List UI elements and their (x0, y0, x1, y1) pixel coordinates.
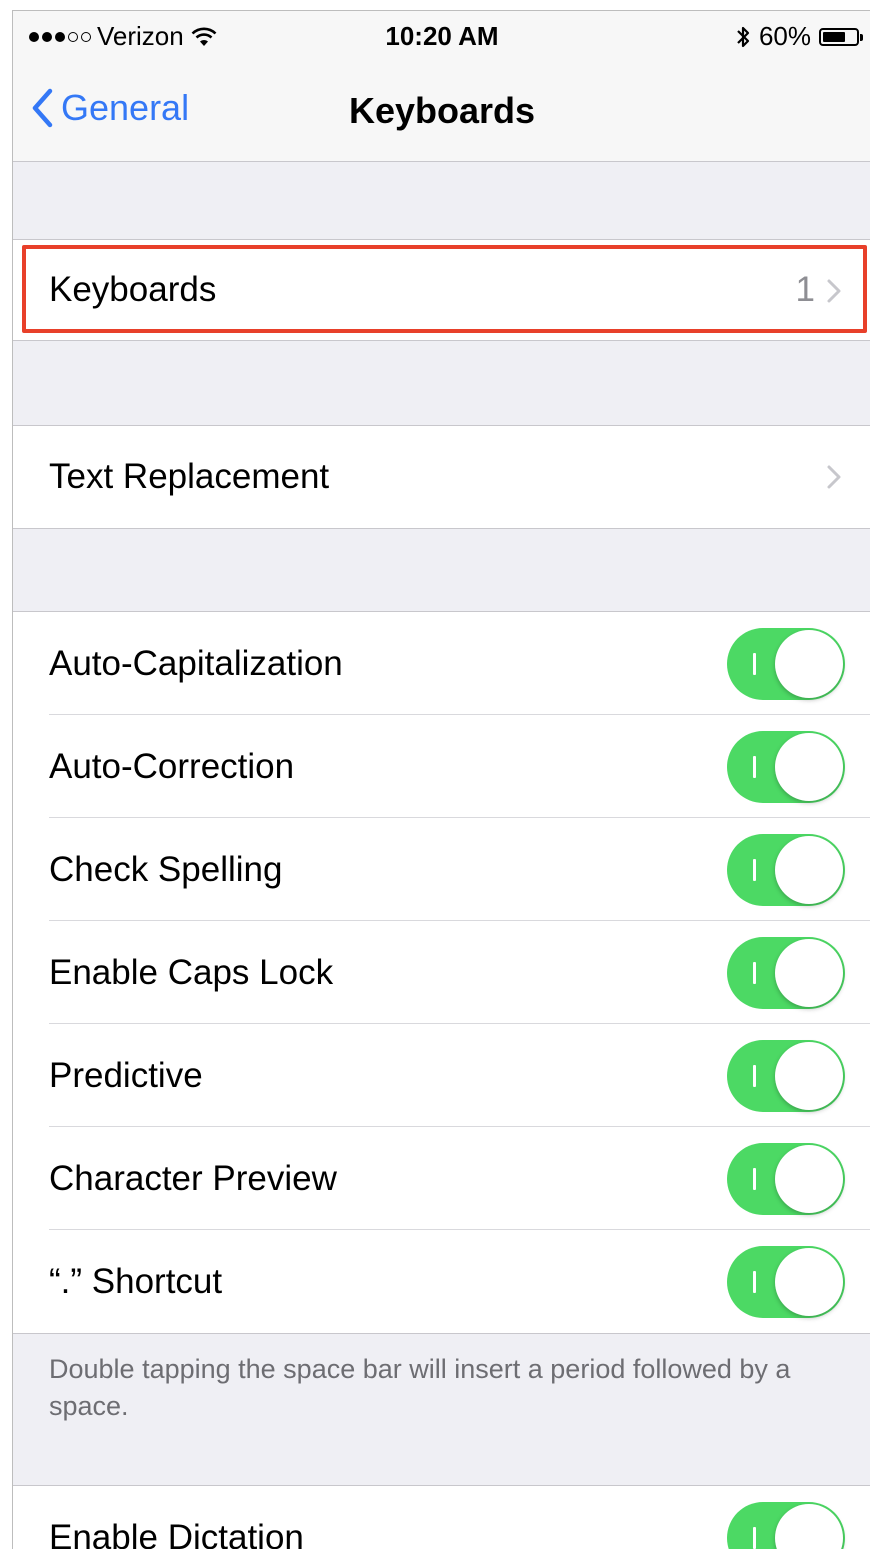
navigation-bar: General Keyboards (13, 63, 870, 162)
text-replacement-group: Text Replacement (13, 425, 870, 529)
bluetooth-icon (735, 24, 751, 50)
auto-correction-switch[interactable] (727, 731, 845, 803)
text-replacement-label: Text Replacement (49, 457, 329, 497)
toggle-label: Character Preview (49, 1159, 337, 1199)
enable-caps-lock-switch[interactable] (727, 937, 845, 1009)
toggle-label: Enable Caps Lock (49, 953, 333, 993)
period-shortcut-switch[interactable] (727, 1246, 845, 1318)
toggle-row-auto-capitalization: Auto-Capitalization (13, 612, 870, 715)
footnote-text: Double tapping the space bar will insert… (49, 1351, 809, 1425)
enable-dictation-switch[interactable] (727, 1502, 845, 1549)
battery-icon (819, 28, 859, 46)
toggle-label: Auto-Correction (49, 747, 294, 787)
chevron-right-icon (819, 462, 849, 492)
check-spelling-switch[interactable] (727, 834, 845, 906)
toggles-group: Auto-Capitalization Auto-Correction Chec… (13, 611, 870, 1334)
settings-screen: Verizon 10:20 AM 60% General Keyboards (12, 10, 870, 1549)
character-preview-switch[interactable] (727, 1143, 845, 1215)
highlight-box (22, 245, 867, 333)
battery-percent: 60% (759, 21, 811, 52)
status-right: 60% (735, 21, 859, 52)
toggle-row-character-preview: Character Preview (13, 1127, 870, 1230)
auto-capitalization-switch[interactable] (727, 628, 845, 700)
page-title: Keyboards (13, 90, 870, 132)
status-bar: Verizon 10:20 AM 60% (13, 11, 870, 63)
toggle-row-enable-caps-lock: Enable Caps Lock (13, 921, 870, 1024)
toggle-row-predictive: Predictive (13, 1024, 870, 1127)
toggle-row-auto-correction: Auto-Correction (13, 715, 870, 818)
dictation-label: Enable Dictation (49, 1518, 304, 1549)
dictation-group: Enable Dictation (13, 1485, 870, 1549)
toggle-row-check-spelling: Check Spelling (13, 818, 870, 921)
toggle-row-period-shortcut: “.” Shortcut (13, 1230, 870, 1333)
toggle-label: Check Spelling (49, 850, 282, 890)
toggle-row-enable-dictation: Enable Dictation (13, 1486, 870, 1549)
toggle-label: Auto-Capitalization (49, 644, 343, 684)
predictive-switch[interactable] (727, 1040, 845, 1112)
toggle-label: “.” Shortcut (49, 1262, 222, 1302)
text-replacement-row[interactable]: Text Replacement (13, 426, 870, 528)
toggle-label: Predictive (49, 1056, 203, 1096)
